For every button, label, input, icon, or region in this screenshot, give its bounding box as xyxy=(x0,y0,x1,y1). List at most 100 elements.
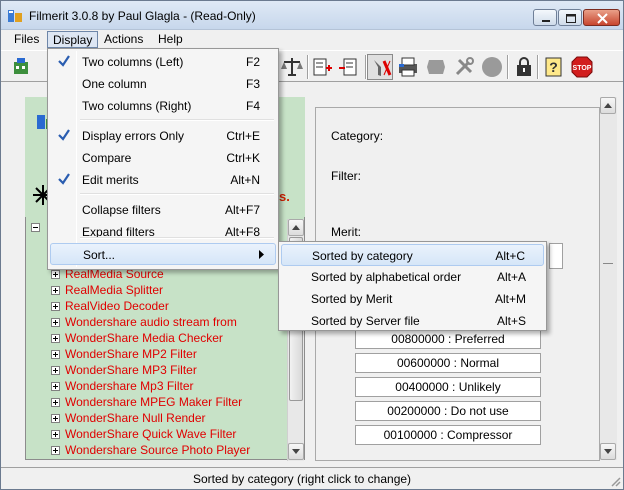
menu-item-shortcut: F4 xyxy=(245,99,260,113)
scroll-up-button[interactable] xyxy=(288,219,304,236)
filter-tree-icon xyxy=(14,58,28,74)
sort-submenu-item[interactable]: Sorted by Merit Alt+M xyxy=(281,288,544,310)
scroll-grip xyxy=(603,263,613,264)
menu-item-shortcut: F2 xyxy=(245,55,260,69)
toolbar-button-filters[interactable] xyxy=(9,54,35,80)
app-window: Filmerit 3.0.8 by Paul Glagla - (Read-On… xyxy=(0,0,624,490)
tree-item[interactable]: WonderShare Quick Wave Filter xyxy=(65,427,236,443)
merit-option-button[interactable]: 00400000 : Unlikely xyxy=(355,377,541,397)
close-button[interactable] xyxy=(583,9,620,26)
maximize-icon xyxy=(566,14,576,23)
printer-icon xyxy=(399,57,417,77)
toolbar-separator xyxy=(537,55,539,79)
display-menu-item[interactable]: Sort... xyxy=(50,243,276,265)
menu-files[interactable]: Files xyxy=(9,31,44,48)
display-menu-item[interactable]: One column F3 xyxy=(50,73,276,95)
toolbar-button-tools[interactable] xyxy=(451,54,477,80)
menu-separator xyxy=(80,119,274,121)
merit-option-button[interactable]: 00200000 : Do not use xyxy=(355,401,541,421)
toolbar-button-lock[interactable] xyxy=(511,54,537,80)
menu-item-shortcut: Ctrl+K xyxy=(226,151,260,165)
tree-expand-button[interactable] xyxy=(51,318,60,327)
resize-grip-icon[interactable] xyxy=(609,475,621,487)
scroll-up-button[interactable] xyxy=(600,97,616,114)
menu-display[interactable]: Display xyxy=(47,31,99,48)
tree-item[interactable]: WonderShare MP3 Filter xyxy=(65,363,197,379)
details-scrollbar[interactable] xyxy=(600,97,617,460)
tree-expand-button[interactable] xyxy=(51,398,60,407)
tree-expand-button[interactable] xyxy=(51,366,60,375)
logo-text-partial: s. xyxy=(279,189,290,204)
tree-expand-button[interactable] xyxy=(51,350,60,359)
merit-option-button[interactable]: 00100000 : Compressor xyxy=(355,425,541,445)
scroll-down-button[interactable] xyxy=(288,443,304,460)
tree-expand-button[interactable] xyxy=(51,446,60,455)
tree-expand-button[interactable] xyxy=(51,286,60,295)
toolbar-button-add[interactable] xyxy=(309,54,335,80)
menu-item-label: Two columns (Right) xyxy=(82,99,192,113)
tools-icon xyxy=(455,57,474,76)
toolbar-button-help[interactable]: ? xyxy=(541,54,567,80)
submenu-item-shortcut: Alt+C xyxy=(495,249,525,263)
arrow-down-icon xyxy=(292,449,300,454)
sort-submenu-item[interactable]: Sorted by category Alt+C xyxy=(281,244,544,266)
display-menu-item[interactable]: Collapse filters Alt+F7 xyxy=(50,199,276,221)
menu-bar: Files Display Actions Help xyxy=(1,30,623,49)
toolbar-button-print[interactable] xyxy=(395,54,421,80)
minimize-button[interactable] xyxy=(533,9,557,26)
tree-collapse-root[interactable] xyxy=(31,223,40,232)
tree-expand-button[interactable] xyxy=(51,430,60,439)
tree-item[interactable]: Wondershare audio stream from xyxy=(65,315,237,331)
menu-help[interactable]: Help xyxy=(153,31,188,48)
menu-item-label: Collapse filters xyxy=(82,203,161,217)
display-menu-item[interactable]: Two columns (Right) F4 xyxy=(50,95,276,117)
display-menu-item[interactable]: Two columns (Left) F2 xyxy=(50,51,276,73)
submenu-item-label: Sorted by alphabetical order xyxy=(311,270,462,284)
sort-submenu-item[interactable]: Sorted by Server file Alt+S xyxy=(281,310,544,332)
scales-icon xyxy=(281,58,303,76)
tree-item[interactable]: WonderShare MP2 Filter xyxy=(65,347,197,363)
filter-label: Filter: xyxy=(331,169,361,183)
display-menu-item[interactable]: Compare Ctrl+K xyxy=(50,147,276,169)
display-menu-item[interactable]: Edit merits Alt+N xyxy=(50,169,276,191)
toolbar-button-disabled1[interactable] xyxy=(423,54,449,80)
add-entry-icon xyxy=(313,58,332,76)
menu-item-label: Compare xyxy=(82,151,132,165)
tree-expand-button[interactable] xyxy=(51,334,60,343)
toolbar-button-errors[interactable] xyxy=(367,54,393,80)
circle-icon xyxy=(482,57,502,77)
tree-item[interactable]: RealMedia Splitter xyxy=(65,283,163,299)
merit-option-button[interactable]: 00600000 : Normal xyxy=(355,353,541,373)
display-menu-item[interactable]: Expand filters Alt+F8 xyxy=(50,221,276,243)
merit-value-field[interactable] xyxy=(549,243,563,269)
tree-expand-button[interactable] xyxy=(51,270,60,279)
error-filter-icon xyxy=(374,60,392,76)
toolbar-button-merit[interactable] xyxy=(279,54,305,80)
tree-item[interactable]: RealVideo Decoder xyxy=(65,299,169,315)
maximize-button[interactable] xyxy=(558,9,582,26)
tree-item[interactable]: Wondershare Mp3 Filter xyxy=(65,379,194,395)
submenu-item-label: Sorted by Merit xyxy=(311,292,393,306)
minimize-icon xyxy=(542,20,550,22)
scroll-down-button[interactable] xyxy=(600,443,616,460)
menu-actions[interactable]: Actions xyxy=(99,31,148,48)
tree-item[interactable]: WonderShare Null Render xyxy=(65,411,206,427)
merit-option-button[interactable]: 00800000 : Preferred xyxy=(355,329,541,349)
tree-expand-button[interactable] xyxy=(51,382,60,391)
status-bar: Sorted by category (right click to chang… xyxy=(1,467,623,489)
checkmark-icon xyxy=(58,129,70,141)
tree-expand-button[interactable] xyxy=(51,414,60,423)
display-menu-item[interactable]: Display errors Only Ctrl+E xyxy=(50,125,276,147)
toolbar-button-disabled2[interactable] xyxy=(479,54,505,80)
tree-item[interactable]: Wondershare Source Photo Player xyxy=(65,443,250,459)
toolbar-button-remove[interactable] xyxy=(337,54,363,80)
status-text[interactable]: Sorted by category (right click to chang… xyxy=(1,472,603,486)
arrow-down-icon xyxy=(604,449,612,454)
tree-item[interactable]: WonderShare Media Checker xyxy=(65,331,223,347)
tree-item[interactable]: Wondershare MPEG Maker Filter xyxy=(65,395,242,411)
sort-submenu-item[interactable]: Sorted by alphabetical order Alt+A xyxy=(281,266,544,288)
shape-icon xyxy=(427,60,445,74)
title-bar: Filmerit 3.0.8 by Paul Glagla - (Read-On… xyxy=(1,1,623,30)
toolbar-button-stop[interactable]: STOP xyxy=(569,54,595,80)
tree-expand-button[interactable] xyxy=(51,302,60,311)
